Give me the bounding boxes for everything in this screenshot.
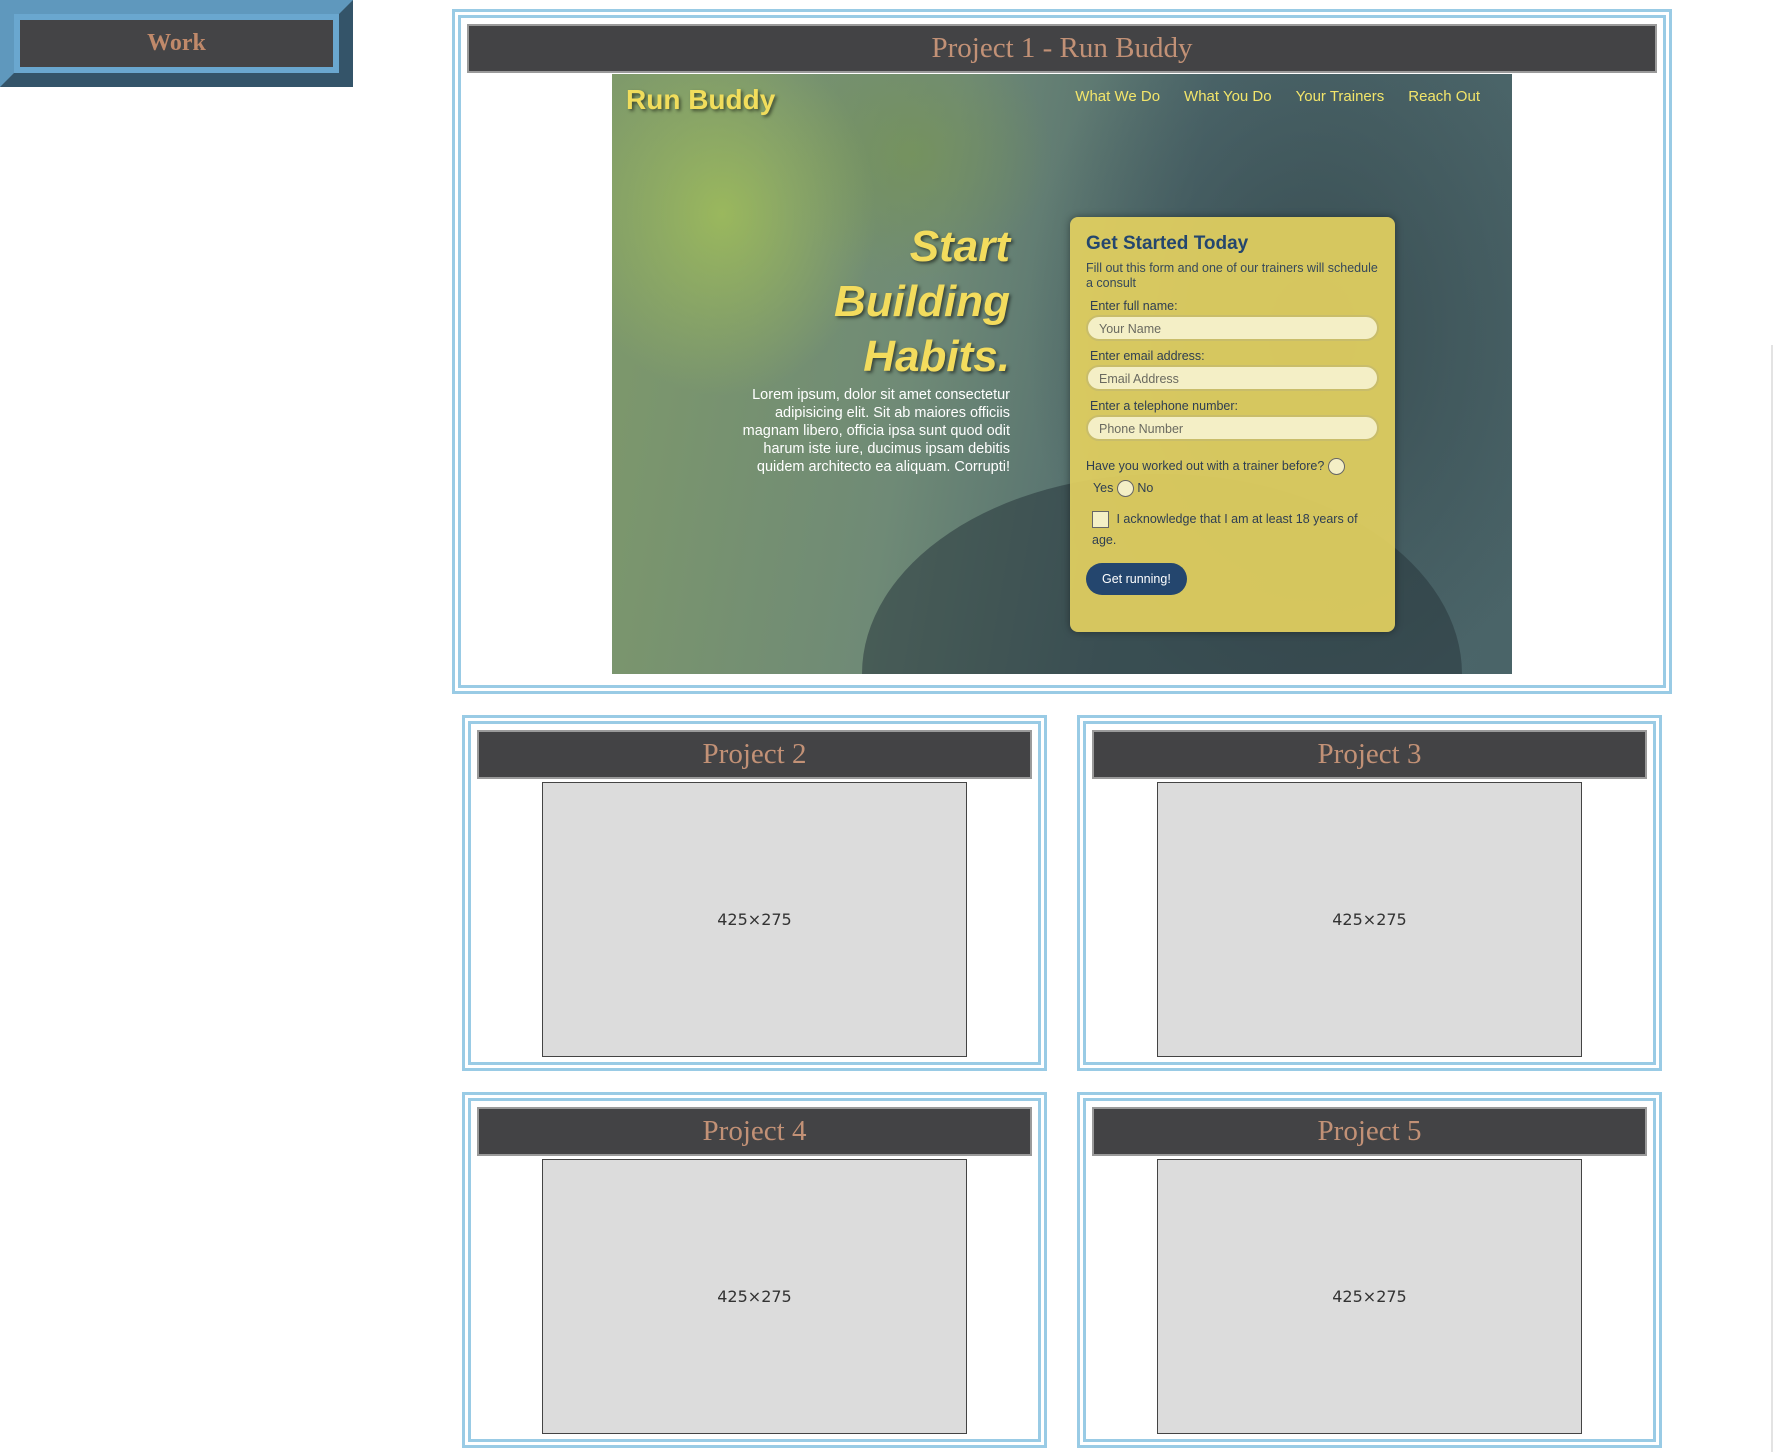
no-label: No	[1137, 481, 1154, 495]
age-checkbox	[1092, 511, 1109, 529]
signup-form: Get Started Today Fill out this form and…	[1070, 217, 1395, 632]
project-title: Project 5	[1092, 1107, 1647, 1156]
yes-label: Yes	[1092, 481, 1114, 495]
trainer-question: Have you worked out with a trainer befor…	[1086, 459, 1325, 473]
project-card[interactable]: Project 3 425×275	[1077, 715, 1662, 1071]
nav-link-what-we-do: What We Do	[1075, 88, 1161, 105]
hero-title-line: Habits.	[863, 332, 1010, 381]
form-intro: Fill out this form and one of our traine…	[1086, 261, 1378, 290]
project-image-placeholder: 425×275	[1157, 1159, 1582, 1434]
work-section-heading-frame: Work	[0, 0, 353, 87]
radio-no	[1116, 480, 1134, 498]
hero-title: Start Building Habits.	[732, 219, 1010, 384]
project-title: Project 4	[477, 1107, 1032, 1156]
get-running-button: Get running!	[1086, 563, 1187, 595]
age-acknowledgement: I acknowledge that I am at least 18 year…	[1086, 509, 1379, 551]
run-buddy-logo: Run Buddy	[626, 84, 776, 115]
hero-title-line: Building	[834, 277, 1010, 326]
project-image-placeholder: 425×275	[542, 782, 967, 1057]
project-image-placeholder: 425×275	[542, 1159, 967, 1434]
email-input: Email Address	[1086, 365, 1379, 391]
project-title: Project 1 - Run Buddy	[467, 24, 1657, 73]
name-label: Enter full name:	[1090, 299, 1178, 313]
hero-title-line: Start	[909, 222, 1010, 271]
project-title: Project 2	[477, 730, 1032, 779]
radio-yes	[1327, 458, 1345, 476]
run-buddy-nav: What We Do What You Do Your Trainers Rea…	[1075, 88, 1480, 105]
project-card[interactable]: Project 5 425×275	[1077, 1092, 1662, 1448]
age-ack-label: I acknowledge that I am at least 18 year…	[1092, 512, 1358, 547]
phone-input: Phone Number	[1086, 415, 1379, 441]
name-input: Your Name	[1086, 315, 1379, 341]
hero-text: Lorem ipsum, dolor sit amet consectetur …	[742, 387, 1010, 475]
nav-link-your-trainers: Your Trainers	[1295, 88, 1385, 105]
phone-label: Enter a telephone number:	[1090, 399, 1239, 413]
hero-section: Start Building Habits. Lorem ipsum, dolo…	[732, 219, 1010, 476]
work-heading: Work	[20, 20, 333, 67]
form-title: Get Started Today	[1086, 233, 1249, 254]
email-label: Enter email address:	[1090, 349, 1205, 363]
trainer-question-row: Have you worked out with a trainer befor…	[1086, 455, 1379, 499]
project-card[interactable]: Project 4 425×275	[462, 1092, 1047, 1448]
nav-link-what-you-do: What You Do	[1184, 88, 1272, 105]
project-image-placeholder: 425×275	[1157, 782, 1582, 1057]
scrollbar-track[interactable]	[1771, 345, 1773, 1452]
project-title: Project 3	[1092, 730, 1647, 779]
project-card[interactable]: Project 2 425×275	[462, 715, 1047, 1071]
project-card-featured[interactable]: Project 1 - Run Buddy Run Buddy What We …	[452, 9, 1672, 694]
project-screenshot-run-buddy[interactable]: Run Buddy What We Do What You Do Your Tr…	[612, 74, 1512, 674]
nav-link-reach-out: Reach Out	[1408, 88, 1480, 105]
